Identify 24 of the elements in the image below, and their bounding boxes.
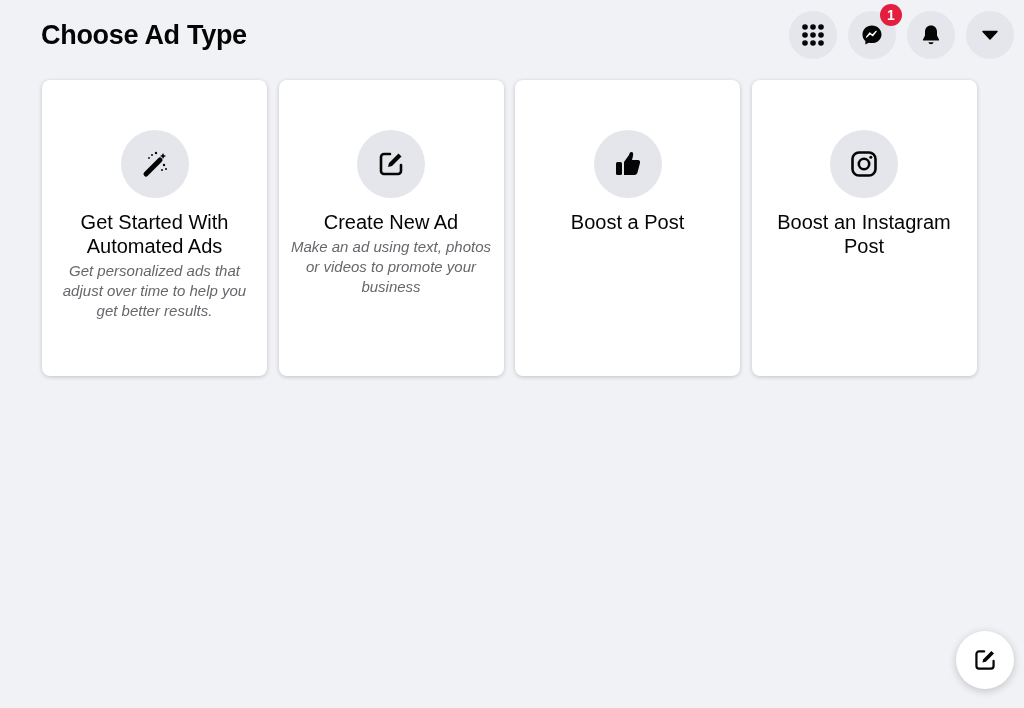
card-title: Boost an Instagram Post <box>776 210 952 258</box>
compose-button[interactable] <box>956 631 1014 689</box>
grid-icon <box>802 24 824 46</box>
ad-type-card[interactable]: Boost a Post <box>515 80 740 376</box>
card-description: Get personalized ads that adjust over time to help you get better results. <box>61 261 248 321</box>
messenger-icon <box>861 24 883 46</box>
card-title: Boost a Post <box>570 210 685 234</box>
card-description: Make an ad using text, photos or videos to promote your business <box>290 237 492 297</box>
card-title: Get Started With Automated Ads <box>79 210 230 258</box>
notification-badge: 1 <box>880 4 902 26</box>
ad-type-card[interactable]: Boost an Instagram Post <box>751 80 977 376</box>
ad-type-card[interactable]: Create New Ad Make an ad using text, photos or videos to promote your business <box>278 80 504 376</box>
account-menu-button[interactable] <box>966 11 1014 59</box>
edit-icon <box>973 648 997 672</box>
edit-icon <box>377 150 405 178</box>
caret-down-icon <box>982 30 998 40</box>
bell-icon <box>921 24 941 46</box>
apps-button[interactable] <box>789 11 837 59</box>
messenger-button[interactable] <box>848 11 896 59</box>
ad-type-card[interactable]: Get Started With Automated Ads Get personalized ads that adjust over time to help you get better results. <box>42 80 267 376</box>
notifications-button[interactable] <box>907 11 955 59</box>
card-title: Create New Ad <box>323 210 459 234</box>
page-title: Choose Ad Type <box>41 19 247 51</box>
instagram-icon <box>850 150 878 178</box>
